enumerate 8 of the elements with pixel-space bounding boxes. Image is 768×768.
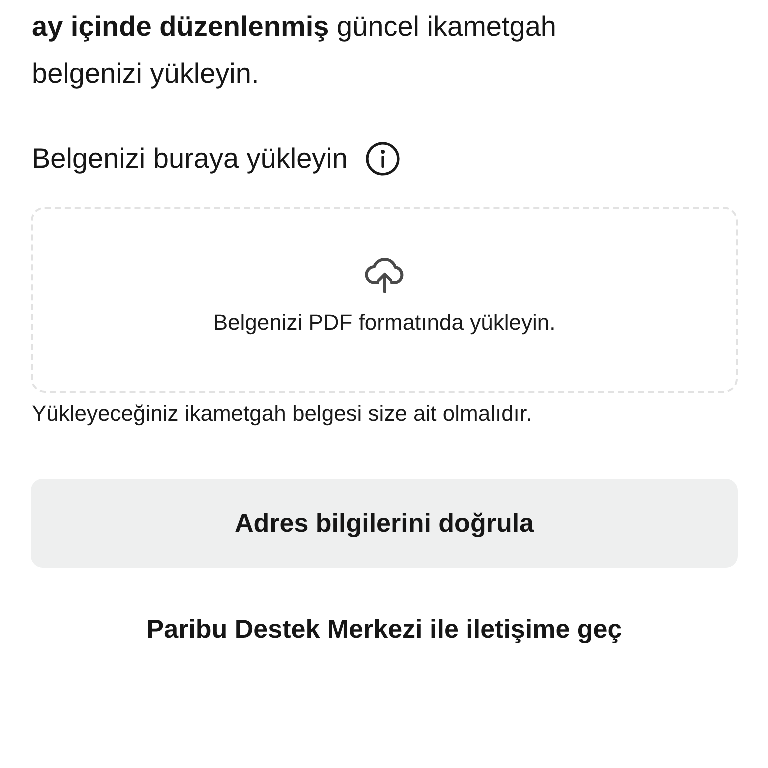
info-icon[interactable] [366, 142, 400, 176]
support-link[interactable]: Paribu Destek Merkezi ile iletişime geç [138, 610, 630, 649]
upload-label: Belgenizi buraya yükleyin [32, 142, 348, 176]
verify-address-button[interactable]: Adres bilgilerini doğrula [31, 479, 738, 568]
ownership-note: Yükleyeceğiniz ikametgah belgesi size ait olmalıdır. [32, 400, 534, 428]
upload-dropzone[interactable]: Belgenizi PDF formatında yükleyin. [31, 207, 738, 393]
instruction-text: ay içinde düzenlenmiş güncel ikametgah belgenizi yükleyin. [32, 10, 558, 91]
dropzone-text: Belgenizi PDF formatında yükleyin. [213, 309, 556, 337]
